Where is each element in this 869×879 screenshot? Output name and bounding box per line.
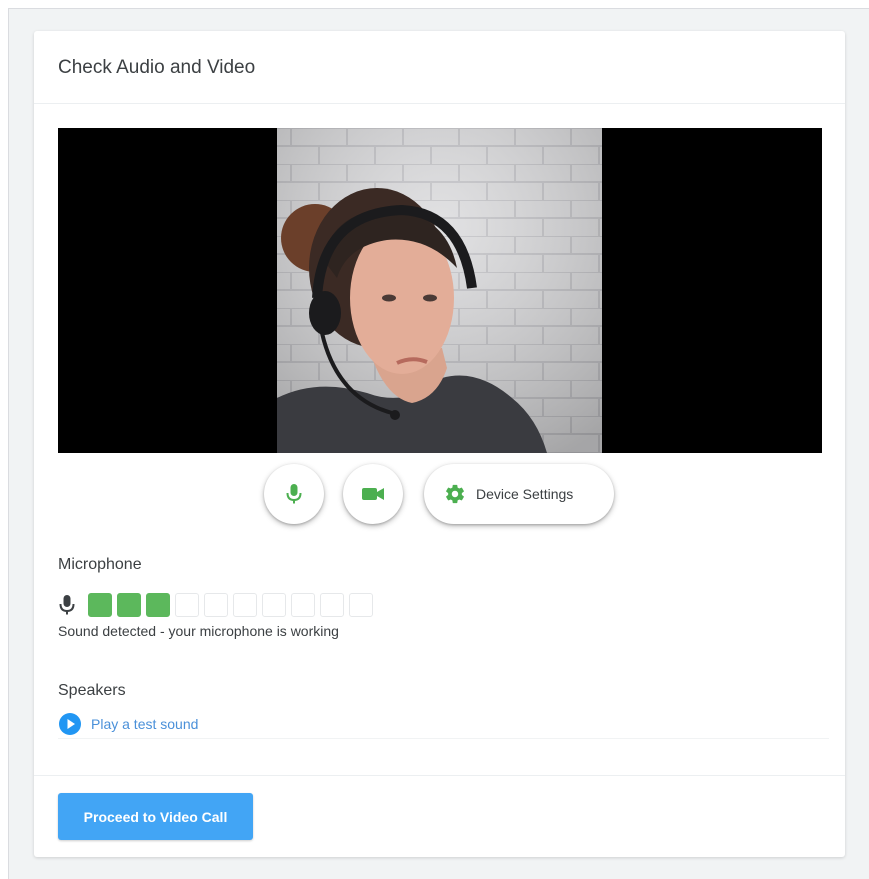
level-segment-active [146, 593, 170, 617]
dialog-title: Check Audio and Video [58, 57, 256, 78]
level-segment-inactive [349, 593, 373, 617]
camera-toggle-button[interactable] [343, 464, 403, 524]
level-segment-active [88, 593, 112, 617]
microphone-icon [286, 484, 302, 504]
device-settings-label: Device Settings [476, 486, 574, 502]
play-test-sound-link[interactable]: Play a test sound [58, 712, 198, 736]
device-settings-button[interactable]: Device Settings [424, 464, 614, 524]
dialog-footer: Proceed to Video Call [34, 775, 845, 858]
check-audio-video-dialog: Check Audio and Video Device Settings Mi… [34, 31, 845, 857]
proceed-to-video-call-button[interactable]: Proceed to Video Call [58, 793, 253, 840]
video-preview [58, 128, 822, 453]
level-segment-active [117, 593, 141, 617]
level-segment-inactive [204, 593, 228, 617]
microphone-status-text: Sound detected - your microphone is work… [58, 623, 339, 639]
level-segment-inactive [175, 593, 199, 617]
video-camera-icon [362, 488, 384, 500]
dialog-header: Check Audio and Video [34, 31, 845, 104]
gear-icon [446, 484, 464, 504]
play-test-sound-label: Play a test sound [91, 716, 199, 732]
microphone-level-meter [58, 592, 378, 618]
divider [58, 738, 829, 739]
microphone-section-title: Microphone [58, 556, 142, 573]
microphone-toggle-button[interactable] [264, 464, 324, 524]
level-segment-inactive [262, 593, 286, 617]
speakers-section-title: Speakers [58, 682, 126, 699]
level-segments [88, 593, 378, 617]
play-circle-icon [59, 713, 81, 735]
camera-feed [58, 128, 822, 453]
level-segment-inactive [320, 593, 344, 617]
microphone-icon [59, 595, 75, 615]
level-segment-inactive [233, 593, 257, 617]
level-segment-inactive [291, 593, 315, 617]
